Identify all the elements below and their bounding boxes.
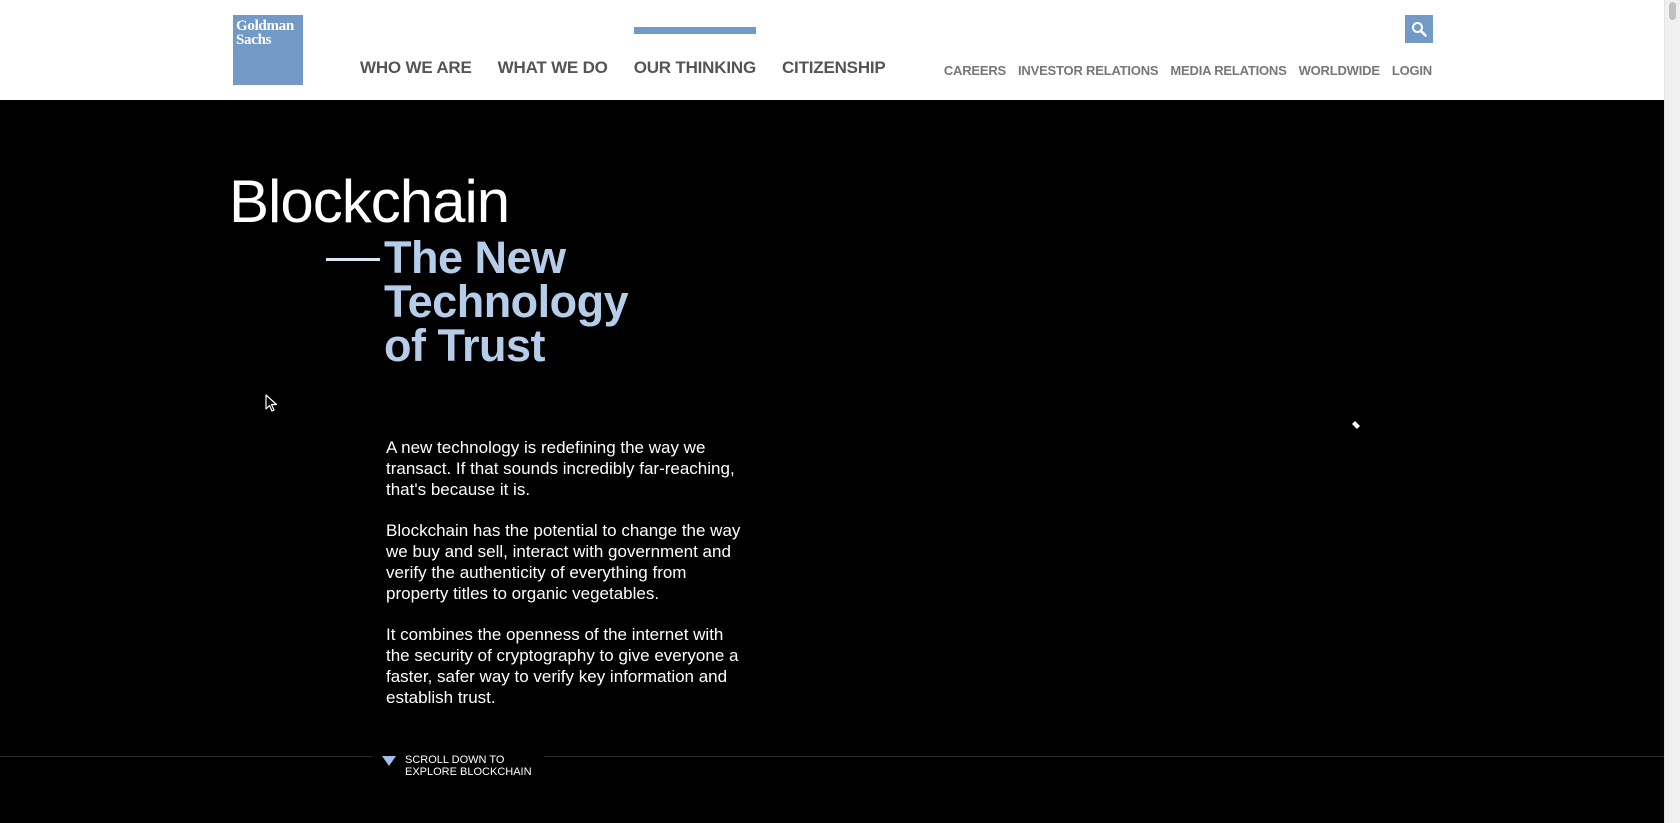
page-subtitle: The New Technology of Trust <box>384 232 714 371</box>
page-title: Blockchain <box>229 168 510 235</box>
scrollbar-thumb[interactable] <box>1669 2 1676 20</box>
util-media-relations[interactable]: MEDIA RELATIONS <box>1170 63 1286 78</box>
logo-line-2: Sachs <box>236 32 272 48</box>
nav-what-we-do[interactable]: WHAT WE DO <box>498 58 608 78</box>
search-button[interactable] <box>1405 15 1433 43</box>
nav-citizenship[interactable]: CITIZENSHIP <box>782 58 886 78</box>
goldman-sachs-logo[interactable]: Goldman Sachs <box>233 15 303 85</box>
intro-paragraph-1: A new technology is redefining the way w… <box>386 438 735 499</box>
pencil-icon <box>1352 421 1360 429</box>
scroll-down-cta[interactable]: SCROLL DOWN TO EXPLORE BLOCKCHAIN <box>372 745 544 778</box>
util-worldwide[interactable]: WORLDWIDE <box>1299 63 1380 78</box>
subtitle-dash <box>326 258 380 261</box>
mouse-cursor-icon <box>265 394 278 412</box>
nav-who-we-are[interactable]: WHO WE ARE <box>360 58 472 78</box>
util-login[interactable]: LOGIN <box>1392 63 1432 78</box>
scroll-cta-line-2: EXPLORE BLOCKCHAIN <box>405 766 532 778</box>
intro-text: A new technology is redefining the way w… <box>386 437 746 728</box>
intro-paragraph-3: It combines the openness of the internet… <box>386 625 739 707</box>
page-scrollbar[interactable] <box>1664 0 1680 823</box>
search-icon <box>1412 22 1427 37</box>
utility-nav: CAREERS INVESTOR RELATIONS MEDIA RELATIO… <box>944 63 1432 78</box>
subtitle-line-2: Technology <box>384 276 629 327</box>
section-divider <box>0 756 1664 757</box>
triangle-down-icon <box>382 756 396 766</box>
scroll-cta-text: SCROLL DOWN TO EXPLORE BLOCKCHAIN <box>405 754 532 778</box>
site-header: Goldman Sachs WHO WE ARE WHAT WE DO OUR … <box>0 0 1664 100</box>
nav-our-thinking[interactable]: OUR THINKING <box>633 27 757 78</box>
intro-paragraph-2: Blockchain has the potential to change t… <box>386 521 741 603</box>
util-careers[interactable]: CAREERS <box>944 63 1006 78</box>
subtitle-line-3: of Trust <box>384 320 546 371</box>
subtitle-line-1: The New <box>384 232 566 283</box>
main-nav: WHO WE ARE WHAT WE DO OUR THINKING CITIZ… <box>360 27 912 78</box>
scroll-cta-line-1: SCROLL DOWN TO <box>405 754 505 766</box>
logo-line-1: Goldman <box>236 18 294 34</box>
util-investor-relations[interactable]: INVESTOR RELATIONS <box>1018 63 1159 78</box>
